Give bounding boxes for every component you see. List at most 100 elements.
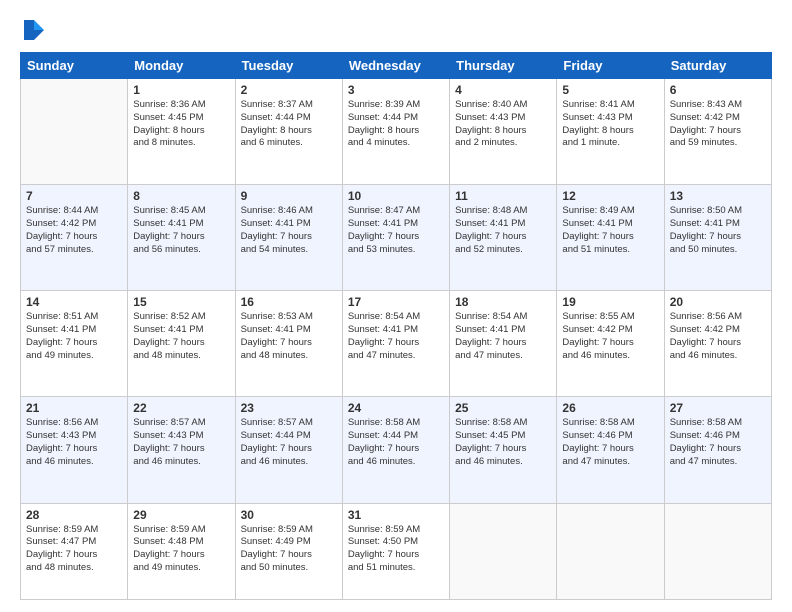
day-number: 25 (455, 401, 551, 415)
cell-info: Sunrise: 8:52 AMSunset: 4:41 PMDaylight:… (133, 311, 229, 362)
calendar-week-row: 21 Sunrise: 8:56 AMSunset: 4:43 PMDayligh… (21, 397, 772, 503)
cell-info: Sunrise: 8:59 AMSunset: 4:48 PMDaylight:… (133, 524, 229, 575)
calendar-cell: 24 Sunrise: 8:58 AMSunset: 4:44 PMDayligh… (342, 397, 449, 503)
calendar-cell: 8Sunrise: 8:45 AMSunset: 4:41 PMDaylight… (128, 185, 235, 291)
day-number: 24 (348, 401, 444, 415)
weekday-header-wednesday: Wednesday (342, 53, 449, 79)
calendar-cell: 4 Sunrise: 8:40 AMSunset: 4:43 PMDaylight… (450, 79, 557, 185)
day-number: 17 (348, 295, 444, 309)
calendar-cell: 22 Sunrise: 8:57 AMSunset: 4:43 PMDayligh… (128, 397, 235, 503)
cell-info: Sunrise: 8:58 AMSunset: 4:45 PMDaylight:… (455, 417, 551, 468)
cell-info: Sunrise: 8:59 AMSunset: 4:47 PMDaylight:… (26, 524, 122, 575)
day-number: 12 (562, 189, 658, 203)
day-number: 6 (670, 83, 766, 97)
logo-icon (20, 16, 48, 44)
calendar-cell: 13 Sunrise: 8:50 AMSunset: 4:41 PMDayligh… (664, 185, 771, 291)
day-number: 4 (455, 83, 551, 97)
day-number: 14 (26, 295, 122, 309)
calendar-cell (450, 503, 557, 600)
cell-info: Sunrise: 8:54 AMSunset: 4:41 PMDaylight:… (455, 311, 551, 362)
calendar-cell: 23 Sunrise: 8:57 AMSunset: 4:44 PMDayligh… (235, 397, 342, 503)
calendar-cell: 6 Sunrise: 8:43 AMSunset: 4:42 PMDaylight… (664, 79, 771, 185)
day-number: 13 (670, 189, 766, 203)
day-number: 16 (241, 295, 337, 309)
calendar-week-row: 1 Sunrise: 8:36 AMSunset: 4:45 PMDaylight… (21, 79, 772, 185)
day-number: 31 (348, 508, 444, 522)
calendar-cell: 9 Sunrise: 8:46 AMSunset: 4:41 PMDaylight… (235, 185, 342, 291)
weekday-header-saturday: Saturday (664, 53, 771, 79)
calendar-cell: 29 Sunrise: 8:59 AMSunset: 4:48 PMDayligh… (128, 503, 235, 600)
cell-info: Sunrise: 8:59 AMSunset: 4:49 PMDaylight:… (241, 524, 337, 575)
cell-info: Sunrise: 8:59 AMSunset: 4:50 PMDaylight:… (348, 524, 444, 575)
cell-info: Sunrise: 8:55 AMSunset: 4:42 PMDaylight:… (562, 311, 658, 362)
cell-info: Sunrise: 8:58 AMSunset: 4:46 PMDaylight:… (670, 417, 766, 468)
calendar-week-row: 28Sunrise: 8:59 AMSunset: 4:47 PMDayligh… (21, 503, 772, 600)
calendar-cell: 3 Sunrise: 8:39 AMSunset: 4:44 PMDaylight… (342, 79, 449, 185)
day-number: 5 (562, 83, 658, 97)
day-number: 19 (562, 295, 658, 309)
calendar-cell: 27 Sunrise: 8:58 AMSunset: 4:46 PMDayligh… (664, 397, 771, 503)
cell-info: Sunrise: 8:49 AMSunset: 4:41 PMDaylight:… (562, 205, 658, 256)
cell-info: Sunrise: 8:58 AMSunset: 4:46 PMDaylight:… (562, 417, 658, 468)
day-number: 8 (133, 189, 229, 203)
calendar-cell: 18 Sunrise: 8:54 AMSunset: 4:41 PMDayligh… (450, 291, 557, 397)
calendar-cell: 14 Sunrise: 8:51 AMSunset: 4:41 PMDayligh… (21, 291, 128, 397)
cell-info: Sunrise: 8:51 AMSunset: 4:41 PMDaylight:… (26, 311, 122, 362)
day-number: 15 (133, 295, 229, 309)
cell-info: Sunrise: 8:56 AMSunset: 4:43 PMDaylight:… (26, 417, 122, 468)
cell-info: Sunrise: 8:48 AMSunset: 4:41 PMDaylight:… (455, 205, 551, 256)
cell-info: Sunrise: 8:46 AMSunset: 4:41 PMDaylight:… (241, 205, 337, 256)
calendar-week-row: 7Sunrise: 8:44 AMSunset: 4:42 PMDaylight… (21, 185, 772, 291)
day-number: 18 (455, 295, 551, 309)
weekday-header-monday: Monday (128, 53, 235, 79)
cell-info: Sunrise: 8:53 AMSunset: 4:41 PMDaylight:… (241, 311, 337, 362)
calendar-cell: 28Sunrise: 8:59 AMSunset: 4:47 PMDayligh… (21, 503, 128, 600)
cell-info: Sunrise: 8:37 AMSunset: 4:44 PMDaylight:… (241, 99, 337, 150)
cell-info: Sunrise: 8:39 AMSunset: 4:44 PMDaylight:… (348, 99, 444, 150)
calendar-cell: 30Sunrise: 8:59 AMSunset: 4:49 PMDayligh… (235, 503, 342, 600)
day-number: 2 (241, 83, 337, 97)
calendar-cell: 17 Sunrise: 8:54 AMSunset: 4:41 PMDayligh… (342, 291, 449, 397)
calendar-cell: 2 Sunrise: 8:37 AMSunset: 4:44 PMDaylight… (235, 79, 342, 185)
calendar-cell: 7Sunrise: 8:44 AMSunset: 4:42 PMDaylight… (21, 185, 128, 291)
calendar-cell: 1 Sunrise: 8:36 AMSunset: 4:45 PMDaylight… (128, 79, 235, 185)
day-number: 23 (241, 401, 337, 415)
calendar-cell (557, 503, 664, 600)
day-number: 29 (133, 508, 229, 522)
calendar-cell: 16 Sunrise: 8:53 AMSunset: 4:41 PMDayligh… (235, 291, 342, 397)
logo (20, 16, 52, 44)
calendar-week-row: 14 Sunrise: 8:51 AMSunset: 4:41 PMDayligh… (21, 291, 772, 397)
cell-info: Sunrise: 8:57 AMSunset: 4:44 PMDaylight:… (241, 417, 337, 468)
cell-info: Sunrise: 8:40 AMSunset: 4:43 PMDaylight:… (455, 99, 551, 150)
cell-info: Sunrise: 8:50 AMSunset: 4:41 PMDaylight:… (670, 205, 766, 256)
cell-info: Sunrise: 8:36 AMSunset: 4:45 PMDaylight:… (133, 99, 229, 150)
day-number: 27 (670, 401, 766, 415)
calendar-cell (21, 79, 128, 185)
cell-info: Sunrise: 8:44 AMSunset: 4:42 PMDaylight:… (26, 205, 122, 256)
cell-info: Sunrise: 8:43 AMSunset: 4:42 PMDaylight:… (670, 99, 766, 150)
calendar-cell: 11 Sunrise: 8:48 AMSunset: 4:41 PMDayligh… (450, 185, 557, 291)
cell-info: Sunrise: 8:54 AMSunset: 4:41 PMDaylight:… (348, 311, 444, 362)
weekday-header-tuesday: Tuesday (235, 53, 342, 79)
day-number: 1 (133, 83, 229, 97)
day-number: 3 (348, 83, 444, 97)
cell-info: Sunrise: 8:56 AMSunset: 4:42 PMDaylight:… (670, 311, 766, 362)
cell-info: Sunrise: 8:58 AMSunset: 4:44 PMDaylight:… (348, 417, 444, 468)
calendar-cell: 19 Sunrise: 8:55 AMSunset: 4:42 PMDayligh… (557, 291, 664, 397)
day-number: 21 (26, 401, 122, 415)
calendar-cell (664, 503, 771, 600)
calendar-cell: 25 Sunrise: 8:58 AMSunset: 4:45 PMDayligh… (450, 397, 557, 503)
day-number: 20 (670, 295, 766, 309)
cell-info: Sunrise: 8:41 AMSunset: 4:43 PMDaylight:… (562, 99, 658, 150)
calendar-cell: 5 Sunrise: 8:41 AMSunset: 4:43 PMDaylight… (557, 79, 664, 185)
calendar-table: SundayMondayTuesdayWednesdayThursdayFrid… (20, 52, 772, 600)
calendar-page: SundayMondayTuesdayWednesdayThursdayFrid… (0, 0, 792, 612)
day-number: 26 (562, 401, 658, 415)
day-number: 9 (241, 189, 337, 203)
cell-info: Sunrise: 8:57 AMSunset: 4:43 PMDaylight:… (133, 417, 229, 468)
cell-info: Sunrise: 8:47 AMSunset: 4:41 PMDaylight:… (348, 205, 444, 256)
calendar-cell: 15 Sunrise: 8:52 AMSunset: 4:41 PMDayligh… (128, 291, 235, 397)
day-number: 11 (455, 189, 551, 203)
calendar-cell: 12 Sunrise: 8:49 AMSunset: 4:41 PMDayligh… (557, 185, 664, 291)
day-number: 22 (133, 401, 229, 415)
